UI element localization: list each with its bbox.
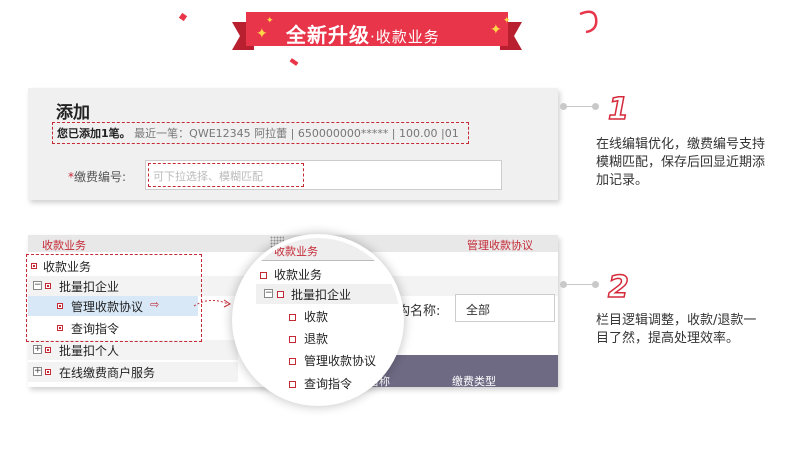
magnifier-header-title: 收款业务 xyxy=(274,245,318,258)
magnifier-item: 退款 xyxy=(304,332,329,346)
panel-title: 添加 xyxy=(56,103,90,123)
connector-dot xyxy=(592,103,599,110)
magnifier-item: 收款 xyxy=(304,310,329,324)
recent-count: 您已添加1笔。 xyxy=(57,127,131,140)
sparkle-icon: ✦ xyxy=(256,26,268,42)
sparkle-icon: ✦ xyxy=(490,22,502,38)
tree-row[interactable]: + 批量扣个人 xyxy=(28,340,238,360)
collapse-toggle-icon[interactable]: − xyxy=(264,289,273,298)
tree-highlight xyxy=(26,254,202,342)
magnifier-item: 管理收款协议 xyxy=(304,354,377,368)
recent-record-text: 您已添加1笔。 最近一笔：QWE12345 阿拉蕾 | 650000000***… xyxy=(57,125,459,141)
banner-title: 全新升级·收款业务 xyxy=(286,19,440,48)
connector-line xyxy=(560,284,596,285)
connector-dot xyxy=(592,281,599,288)
node-icon xyxy=(260,272,267,279)
confetti-decoration xyxy=(289,58,299,66)
confetti-decoration xyxy=(178,12,188,22)
org-name-value: 全部 xyxy=(466,303,491,317)
header-right-title: 管理收款协议 xyxy=(467,239,533,252)
sparkle-icon: ✦ xyxy=(503,16,511,26)
node-icon xyxy=(45,347,51,353)
step-number-2: 2 xyxy=(607,269,629,306)
header-left-title: 收款业务 xyxy=(42,239,86,252)
node-icon xyxy=(289,314,296,321)
banner-title-main: 全新升级 xyxy=(286,23,370,47)
node-icon xyxy=(277,291,284,298)
curved-arrow-icon xyxy=(193,299,231,308)
node-icon xyxy=(289,358,296,365)
magnifier-header xyxy=(236,238,400,261)
step-number-1: 1 xyxy=(607,91,629,128)
tree-row[interactable]: + 在线缴费商户服务 xyxy=(28,362,238,382)
fee-number-label-text: 缴费编号: xyxy=(74,170,127,184)
ribbon-curl-decoration xyxy=(579,10,598,34)
fee-number-placeholder: 可下拉选择、模糊匹配 xyxy=(153,170,263,183)
note-2-text: 栏目逻辑调整，收款/退款一目了然，提高处理效率。 xyxy=(596,313,757,346)
node-icon xyxy=(289,336,296,343)
sparkle-icon: ✦ xyxy=(266,16,274,26)
connector-line xyxy=(560,106,596,107)
tree-item-label: 批量扣个人 xyxy=(59,344,120,358)
note-1-text: 在线编辑优化，缴费编号支持模糊匹配，保存后回显近期添加记录。 xyxy=(596,137,766,188)
magnifier-item: 收款业务 xyxy=(274,268,323,282)
magnifier-lens: 收款业务 收款业务 − 批量扣企业 收款 退款 管理收款协议 查询指令 xyxy=(236,238,400,402)
fee-number-label: *缴费编号: xyxy=(68,168,126,185)
magnifier-item: 查询指令 xyxy=(304,377,353,391)
node-icon xyxy=(45,369,51,375)
expand-toggle-icon[interactable]: + xyxy=(33,367,42,376)
node-icon xyxy=(289,381,296,388)
expand-toggle-icon[interactable]: + xyxy=(33,345,42,354)
banner-title-sub: ·收款业务 xyxy=(370,28,440,46)
column-header-fee-type: 缴费类型 xyxy=(452,375,496,388)
tree-item-label: 在线缴费商户服务 xyxy=(59,366,156,380)
magnifier-item: 批量扣企业 xyxy=(291,288,352,302)
recent-detail: 最近一笔：QWE12345 阿拉蕾 | 650000000***** | 100… xyxy=(134,127,459,140)
